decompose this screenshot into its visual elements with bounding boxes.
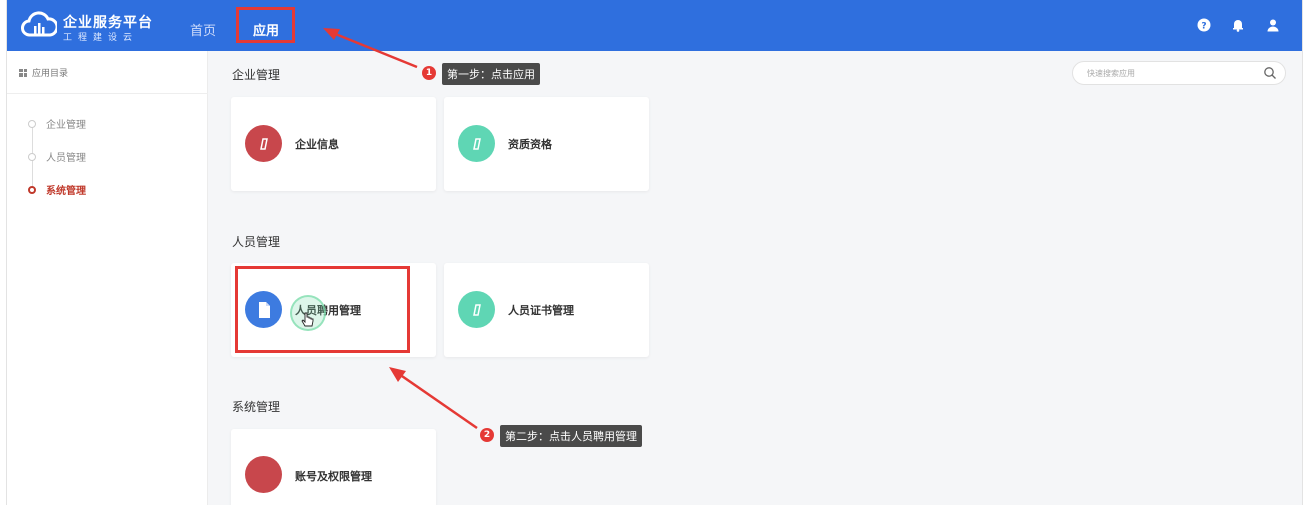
app-card-account-permission[interactable]: 账号及权限管理 (231, 429, 436, 505)
svg-text:?: ? (1201, 22, 1206, 32)
nav-home[interactable]: 首页 (190, 20, 216, 39)
step-badge-2: 2 (480, 428, 494, 442)
app-card-certificate[interactable]: 人员证书管理 (444, 263, 649, 357)
app-card-label: 账号及权限管理 (295, 470, 372, 483)
search-input[interactable]: 快速搜索应用 (1072, 61, 1286, 85)
sidebar-item-label: 系统管理 (46, 186, 86, 197)
top-header: 企业服务平台 工程建设云 首页 应用 ? (7, 0, 1302, 51)
app-card-qualification[interactable]: 资质资格 (444, 97, 649, 191)
highlight-box-apps (236, 7, 295, 43)
app-card-label: 资质资格 (508, 138, 552, 151)
pencil-icon (458, 125, 495, 162)
sidebar-divider (7, 93, 208, 94)
bell-icon[interactable] (1231, 18, 1245, 32)
app-card-enterprise-info[interactable]: 企业信息 (231, 97, 436, 191)
sidebar-item-enterprise[interactable]: 企业管理 (28, 116, 86, 131)
pencil-icon (458, 291, 495, 328)
sidebar-heading: 应用目录 (19, 66, 68, 79)
sidebar-item-label: 人员管理 (46, 153, 86, 164)
circle-icon (245, 456, 282, 493)
brand-title: 企业服务平台 (63, 15, 153, 31)
grid-icon (19, 68, 27, 77)
user-icon[interactable] (1266, 18, 1280, 32)
highlight-box-employment (235, 266, 410, 353)
section-title-personnel: 人员管理 (232, 235, 281, 249)
timeline-dot-icon (28, 185, 36, 194)
sidebar: 应用目录 企业管理 人员管理 系统管理 (7, 51, 208, 505)
sidebar-item-personnel[interactable]: 人员管理 (28, 149, 86, 164)
search-placeholder: 快速搜索应用 (1087, 69, 1135, 78)
app-card-label: 企业信息 (295, 138, 339, 151)
section-title-enterprise: 企业管理 (232, 68, 281, 82)
search-icon[interactable] (1263, 66, 1277, 80)
section-title-system: 系统管理 (232, 400, 281, 414)
sidebar-heading-label: 应用目录 (32, 69, 69, 79)
pencil-icon (245, 125, 282, 162)
timeline-dot-icon (28, 119, 36, 128)
app-window: 企业服务平台 工程建设云 首页 应用 ? 应用目录 企业管理 人员管理 系统管理… (6, 0, 1303, 505)
app-card-label: 人员证书管理 (508, 304, 574, 317)
timeline-dot-icon (28, 152, 36, 161)
brand-subtitle: 工程建设云 (63, 33, 139, 43)
sidebar-item-system[interactable]: 系统管理 (28, 182, 86, 197)
sidebar-item-label: 企业管理 (46, 120, 86, 131)
cloud-logo-icon (21, 11, 57, 37)
help-icon[interactable]: ? (1197, 18, 1211, 32)
step-tooltip-2: 第二步：点击人员聘用管理 (500, 425, 642, 447)
step-tooltip-1: 第一步：点击应用 (442, 63, 540, 85)
step-badge-1: 1 (422, 66, 436, 80)
